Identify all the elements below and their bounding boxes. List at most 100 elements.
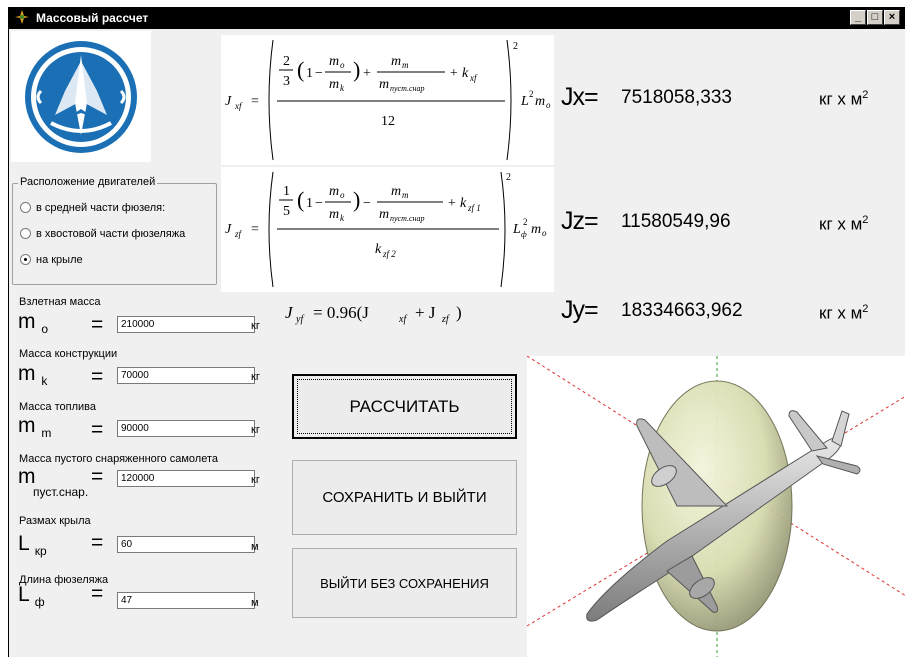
f1-plus-k: + k [449, 66, 469, 81]
jz-unit: кг х м2 [819, 214, 869, 234]
f2-mpust-sub: пуст.снар [390, 214, 425, 223]
fuselage-length-symbol: L ф [18, 583, 45, 610]
f2-one: 1 [306, 196, 313, 211]
takeoff-mass-symbol: m o [18, 310, 49, 337]
f1-lhs: J [225, 94, 232, 109]
svg-text:(: ( [297, 187, 304, 212]
f2-mk-sub: k [340, 213, 345, 223]
jx-unit: кг х м2 [819, 89, 869, 109]
f2-tail: L [512, 222, 521, 237]
f1-outer-exp: 2 [513, 41, 518, 52]
f1-mm: m [391, 54, 401, 69]
exit-no-save-button[interactable]: ВЫЙТИ БЕЗ СОХРАНЕНИЯ [292, 548, 517, 618]
f1-mk: m [329, 77, 339, 92]
radio-dot[interactable] [20, 228, 31, 239]
radio-engine-tail[interactable]: в хвостовой части фюзеляжа [20, 228, 185, 240]
f3-end-sub: zf [441, 314, 450, 325]
f1-one: 1 [306, 66, 313, 81]
wingspan-input[interactable] [117, 536, 255, 553]
f2-tail-m: m [531, 222, 541, 237]
title-bar[interactable]: Массовый рассчет _ □ × [9, 7, 905, 29]
f1-mk-sub: k [340, 83, 345, 93]
app-icon [15, 10, 29, 24]
svg-text:−: − [315, 196, 323, 211]
f2-mm: m [391, 184, 401, 199]
f2-denom-sub: zf 2 [382, 249, 396, 259]
radio-engine-wing[interactable]: на крыле [20, 254, 83, 266]
takeoff-mass-unit: кг [251, 320, 260, 332]
structure-mass-label: Масса конструкции [19, 348, 118, 360]
svg-text:=: = [251, 222, 259, 237]
svg-text:=: = [251, 94, 259, 109]
fuel-mass-unit: кг [251, 424, 260, 436]
close-button[interactable]: × [884, 10, 900, 25]
maximize-button[interactable]: □ [867, 10, 883, 25]
f1-k-sub: xf [469, 73, 478, 83]
f1-mpust-sub: пуст.снар [390, 84, 425, 93]
empty-mass-subscript: пуст.снар. [33, 485, 89, 499]
takeoff-mass-input[interactable] [117, 316, 255, 333]
engine-group-title: Расположение двигателей [18, 176, 158, 188]
jy-value: 18334663,962 [621, 300, 743, 321]
fuel-mass-eq: = [91, 418, 104, 441]
svg-text:−: − [363, 196, 371, 211]
empty-mass-input[interactable] [117, 470, 255, 487]
wingspan-symbol: L кр [18, 532, 47, 559]
minimize-button[interactable]: _ [850, 10, 866, 25]
takeoff-mass-label: Взлетная масса [19, 296, 101, 308]
radio-dot-checked[interactable] [20, 254, 31, 265]
f1-tail-m-sub: o [546, 100, 551, 110]
f2-mo: m [329, 184, 339, 199]
structure-mass-unit: кг [251, 371, 260, 383]
fuel-mass-input[interactable] [117, 420, 255, 437]
jx-value: 7518058,333 [621, 87, 732, 108]
f2-mm-sub: m [402, 190, 409, 200]
f3-mid: = 0.96(J [313, 303, 369, 322]
jy-unit: кг х м2 [819, 303, 869, 323]
f3-lhs-sub: yf [295, 314, 304, 325]
fuselage-length-eq: = [91, 582, 104, 605]
f1-mo-sub: o [340, 60, 345, 70]
f2-five: 5 [283, 204, 290, 219]
wingspan-label: Размах крыла [19, 515, 91, 527]
takeoff-mass-eq: = [91, 313, 104, 336]
jz-label: Jz= [561, 207, 599, 235]
f1-tail-exp: 2 [529, 89, 534, 99]
structure-mass-input[interactable] [117, 367, 255, 384]
f2-tail-exp: 2 [523, 217, 528, 227]
structure-mass-symbol: m k [18, 362, 48, 389]
f1-denom: 12 [381, 114, 395, 129]
wingspan-eq: = [91, 531, 104, 554]
formula-jz: J zf = 2 1 5 ( 1 − m o m k ) − m m m пус… [221, 167, 554, 292]
f1-mo: m [329, 54, 339, 69]
f3-close: ) [456, 303, 462, 322]
f3-lhs: J [285, 303, 294, 322]
f2-outer-exp: 2 [506, 172, 511, 183]
svg-text:+: + [363, 66, 371, 81]
jx-label: Jx= [561, 83, 599, 111]
empty-mass-label: Масса пустого снаряженного самолета [19, 453, 218, 465]
f1-tail-m: m [535, 94, 545, 109]
f1-tail: L [520, 94, 529, 109]
svg-text:(: ( [297, 57, 304, 82]
fuel-mass-label: Масса топлива [19, 401, 96, 413]
aircraft-3d-view[interactable] [526, 355, 905, 657]
formula-jx: J xf = 2 2 3 ( 1 − m o m k ) + m m m пус… [221, 35, 554, 165]
f2-k-sub: zf 1 [467, 203, 481, 213]
radio-engine-mid[interactable]: в средней части фюзеля: [20, 202, 165, 214]
f2-lhs: J [225, 222, 232, 237]
save-exit-button[interactable]: СОХРАНИТЬ И ВЫЙТИ [292, 460, 517, 535]
f1-mpust: m [379, 77, 389, 92]
fuselage-length-unit: м [251, 597, 259, 609]
f1-mm-sub: m [402, 60, 409, 70]
f2-mo-sub: o [340, 190, 345, 200]
f1-two: 2 [283, 54, 290, 69]
fuel-mass-symbol: m m [18, 414, 52, 441]
f3-mid-sub: xf [398, 314, 407, 325]
radio-dot[interactable] [20, 202, 31, 213]
fuselage-length-input[interactable] [117, 592, 255, 609]
empty-mass-eq: = [91, 465, 104, 488]
svg-text:−: − [315, 66, 323, 81]
f2-one-top: 1 [283, 184, 290, 199]
calculate-button[interactable]: РАССЧИТАТЬ [292, 374, 517, 439]
